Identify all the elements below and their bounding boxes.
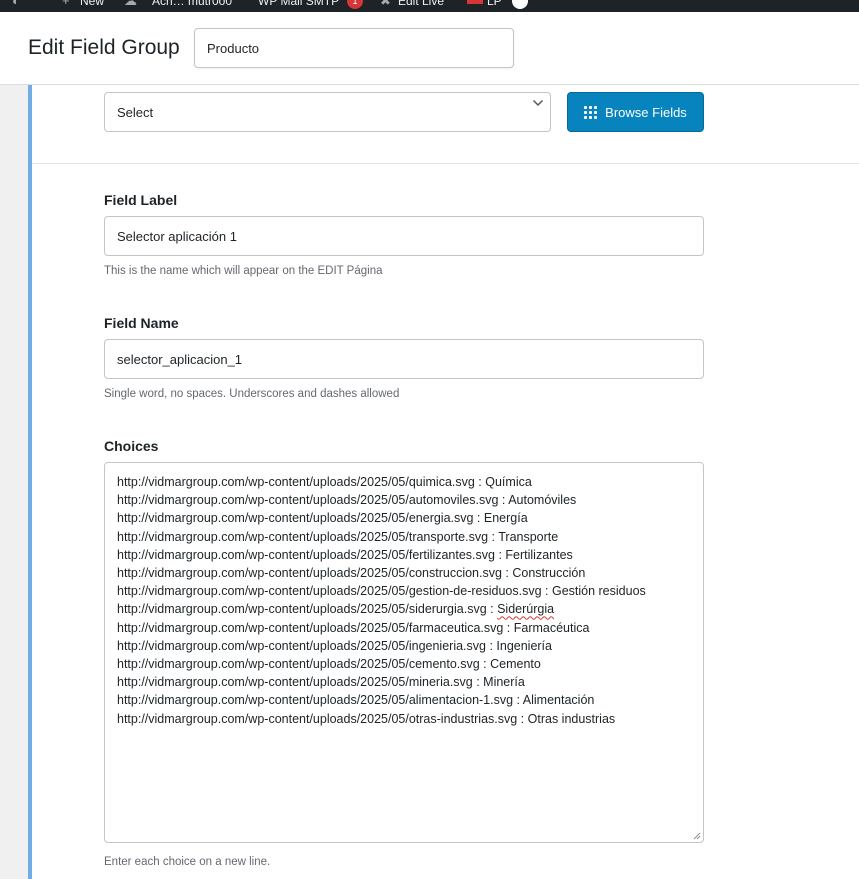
admin-bar-edit-live[interactable]: Edit Live: [398, 0, 444, 8]
browse-fields-label: Browse Fields: [605, 104, 687, 120]
admin-bar-item2[interactable]: Acn… mutr0o0: [152, 0, 232, 8]
choice-line: http://vidmargroup.com/wp-content/upload…: [117, 693, 595, 708]
bubbles-icon: ☁: [124, 0, 137, 8]
resize-grip-icon[interactable]: [693, 832, 701, 840]
field-label-heading: Field Label: [104, 192, 178, 208]
choice-line: http://vidmargroup.com/wp-content/upload…: [117, 566, 586, 581]
field-label-input[interactable]: [104, 216, 704, 256]
admin-bar-lp[interactable]: LP: [487, 0, 502, 8]
choice-line: http://vidmargroup.com/wp-content/upload…: [117, 675, 525, 690]
flag-icon: [467, 0, 483, 4]
field-settings-panel: Select Browse Fields Field Label This is…: [32, 85, 859, 879]
field-type-row: Select Browse Fields: [32, 85, 859, 164]
field-name-input[interactable]: [104, 339, 704, 379]
choices-help: Enter each choice on a new line.: [104, 856, 271, 868]
choice-line: http://vidmargroup.com/wp-content/upload…: [117, 475, 532, 489]
choice-line: http://vidmargroup.com/wp-content/upload…: [117, 493, 577, 508]
page-title: Edit Field Group: [28, 36, 180, 59]
choice-line: http://vidmargroup.com/wp-content/upload…: [117, 620, 590, 635]
field-type-select-value: Select: [117, 105, 154, 120]
admin-bar: ◐ + New ☁ Acn… mutr0o0 WP Mail SMTP 1 ✖ …: [0, 0, 859, 12]
circle-icon: [512, 0, 528, 9]
field-group-title-input[interactable]: [194, 28, 514, 68]
choice-line: http://vidmargroup.com/wp-content/upload…: [117, 584, 646, 599]
field-name-help: Single word, no spaces. Underscores and …: [104, 388, 400, 400]
chevron-down-icon: [532, 99, 544, 107]
field-label-help: This is the name which will appear on th…: [104, 265, 383, 277]
misspelled-word: Siderúrgia: [497, 602, 555, 617]
choices-heading: Choices: [104, 438, 159, 454]
page-header: Edit Field Group: [0, 12, 859, 85]
choice-line: http://vidmargroup.com/wp-content/upload…: [117, 529, 559, 544]
wordpress-logo-icon[interactable]: ◐: [12, 0, 26, 8]
choice-line: http://vidmargroup.com/wp-content/upload…: [117, 657, 541, 672]
choices-textarea[interactable]: http://vidmargroup.com/wp-content/upload…: [104, 462, 704, 843]
choice-line: http://vidmargroup.com/wp-content/upload…: [117, 600, 691, 618]
tools-icon: ✖: [380, 0, 391, 8]
choice-line: http://vidmargroup.com/wp-content/upload…: [117, 547, 573, 562]
choice-line-text: http://vidmargroup.com/wp-content/upload…: [117, 602, 498, 617]
left-gutter: [0, 85, 30, 879]
choice-line: http://vidmargroup.com/wp-content/upload…: [117, 638, 552, 653]
choice-line: http://vidmargroup.com/wp-content/upload…: [117, 511, 528, 526]
grid-icon: [584, 105, 598, 119]
field-type-select[interactable]: Select: [104, 92, 551, 132]
choice-line: http://vidmargroup.com/wp-content/upload…: [117, 711, 616, 726]
admin-bar-new[interactable]: New: [80, 0, 104, 8]
browse-fields-button[interactable]: Browse Fields: [567, 92, 704, 132]
notification-badge: 1: [347, 0, 363, 9]
plus-icon: +: [62, 0, 70, 8]
admin-bar-smtp[interactable]: WP Mail SMTP: [258, 0, 339, 8]
field-name-heading: Field Name: [104, 315, 179, 331]
